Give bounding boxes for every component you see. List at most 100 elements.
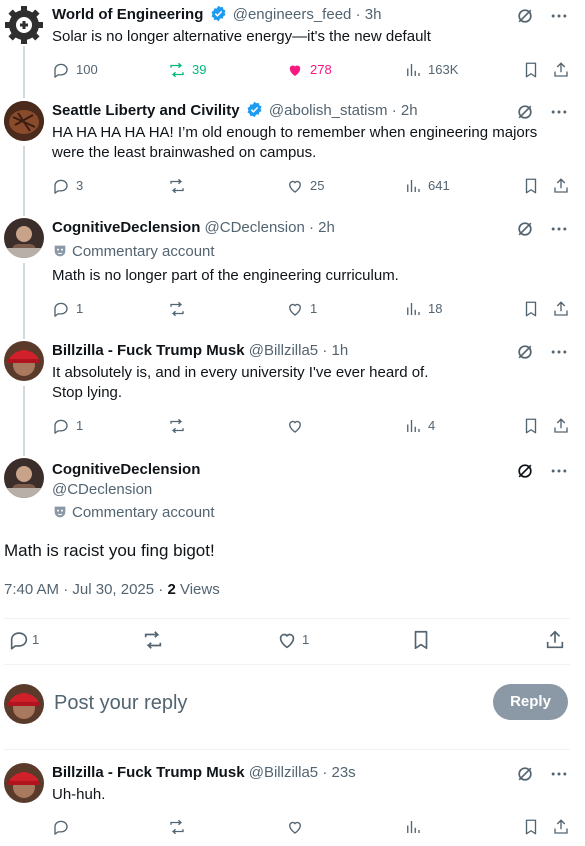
avatar[interactable] — [4, 5, 44, 45]
post-time[interactable]: 2h — [401, 102, 418, 119]
author-handle[interactable]: @Billzilla5 — [249, 764, 318, 781]
reply-post[interactable]: Billzilla - Fuck Trump Musk @Billzilla5 … — [0, 763, 585, 843]
post-date[interactable]: Jul 30, 2025 — [72, 581, 154, 598]
thread-post[interactable]: Seattle Liberty and Civility @abolish_st… — [0, 101, 585, 201]
views-button[interactable]: 641 — [404, 176, 450, 196]
grok-icon[interactable] — [515, 764, 535, 784]
post-time[interactable]: 2h — [318, 219, 335, 236]
grok-icon[interactable] — [515, 102, 535, 122]
post-time[interactable]: 3h — [365, 6, 382, 23]
separator: · — [154, 581, 168, 598]
grok-icon[interactable] — [515, 461, 535, 481]
author-handle[interactable]: @engineers_feed — [233, 6, 352, 23]
author-name[interactable]: CognitiveDeclension — [52, 460, 200, 480]
more-icon[interactable] — [549, 461, 569, 481]
more-icon[interactable] — [549, 102, 569, 122]
author-name[interactable]: Billzilla - Fuck Trump Musk — [52, 342, 245, 359]
share-button[interactable] — [552, 176, 570, 196]
share-button[interactable] — [552, 60, 570, 80]
like-count: 278 — [310, 62, 332, 77]
share-button[interactable] — [552, 817, 570, 837]
avatar[interactable] — [4, 763, 44, 803]
post-time[interactable]: 23s — [331, 764, 355, 781]
share-icon — [554, 418, 568, 433]
action-bar: 1 4 — [52, 416, 572, 436]
post-time[interactable]: 7:40 AM — [4, 581, 59, 598]
reply-button[interactable]: 1 — [52, 299, 83, 319]
views-icon — [407, 64, 420, 76]
author-name[interactable]: Billzilla - Fuck Trump Musk — [52, 764, 245, 781]
author-handle[interactable]: @abolish_statism — [269, 102, 388, 119]
like-icon — [289, 420, 301, 433]
share-button[interactable] — [544, 630, 566, 650]
author-handle[interactable]: @CDeclension — [52, 480, 200, 500]
views-button[interactable]: 163K — [404, 60, 458, 80]
like-button[interactable]: 278 — [286, 60, 332, 80]
post-time[interactable]: 1h — [331, 342, 348, 359]
like-button[interactable] — [286, 817, 304, 837]
bookmark-icon — [525, 819, 537, 835]
bookmark-button[interactable] — [522, 60, 540, 80]
avatar[interactable] — [4, 218, 44, 258]
views-button[interactable] — [404, 817, 422, 837]
author-handle[interactable]: @Billzilla5 — [249, 342, 318, 359]
views-icon — [407, 821, 420, 833]
like-button[interactable]: 25 — [286, 176, 324, 196]
repost-count: 39 — [192, 62, 207, 77]
author-handle[interactable]: @CDeclension — [205, 219, 305, 236]
more-icon[interactable] — [549, 342, 569, 362]
like-button[interactable]: 1 — [276, 630, 309, 650]
repost-button[interactable] — [142, 630, 164, 650]
thread-post[interactable]: World of Engineering @engineers_feed · 3… — [0, 5, 585, 85]
thread-post[interactable]: CognitiveDeclension @CDeclension · 2h Co… — [0, 218, 585, 323]
avatar[interactable] — [4, 101, 44, 141]
action-bar: 100 39 278 163K — [52, 60, 572, 80]
share-icon — [546, 630, 564, 649]
reply-button[interactable]: 1 — [52, 416, 83, 436]
person-avatar-image — [4, 458, 44, 498]
views-button[interactable]: 4 — [404, 416, 435, 436]
avatar[interactable] — [4, 341, 44, 381]
views-button[interactable]: 18 — [404, 299, 442, 319]
more-icon[interactable] — [549, 6, 569, 26]
thread-post[interactable]: Billzilla - Fuck Trump Musk @Billzilla5 … — [0, 341, 585, 441]
repost-button[interactable] — [168, 817, 186, 837]
more-icon[interactable] — [549, 219, 569, 239]
bookmark-button[interactable] — [522, 176, 540, 196]
share-button[interactable] — [552, 299, 570, 319]
repost-button[interactable] — [168, 176, 186, 196]
mask-icon — [54, 245, 66, 257]
reply-button[interactable] — [52, 817, 70, 837]
like-button[interactable]: 1 — [286, 299, 317, 319]
reply-input[interactable]: Post your reply — [54, 690, 187, 716]
author-name[interactable]: World of Engineering — [52, 6, 203, 23]
repost-button[interactable]: 39 — [168, 60, 206, 80]
more-icon[interactable] — [549, 764, 569, 784]
author-name[interactable]: Seattle Liberty and Civility — [52, 102, 240, 119]
bookmark-icon — [525, 62, 537, 78]
like-icon — [289, 821, 301, 834]
share-button[interactable] — [552, 416, 570, 436]
account-label: Commentary account — [52, 503, 215, 523]
reply-button[interactable]: 3 — [52, 176, 83, 196]
bookmark-button[interactable] — [522, 416, 540, 436]
reply-count: 1 — [76, 418, 84, 433]
grok-icon[interactable] — [515, 342, 535, 362]
author-name[interactable]: CognitiveDeclension — [52, 219, 200, 236]
repost-icon — [170, 301, 184, 317]
reply-button[interactable]: 1 — [8, 630, 39, 650]
avatar[interactable] — [4, 458, 44, 498]
bookmark-button[interactable] — [522, 299, 540, 319]
account-label-text: Commentary account — [72, 243, 215, 260]
repost-button[interactable] — [168, 416, 186, 436]
repost-button[interactable] — [168, 299, 186, 319]
grok-icon[interactable] — [515, 6, 535, 26]
grok-icon[interactable] — [515, 219, 535, 239]
bookmark-button[interactable] — [410, 630, 432, 650]
avatar[interactable] — [4, 684, 44, 724]
bookmark-button[interactable] — [522, 817, 540, 837]
reply-button[interactable]: 100 — [52, 60, 98, 80]
reply-composer: Post your reply Reply — [0, 683, 585, 727]
reply-submit-button[interactable]: Reply — [493, 684, 568, 720]
like-button[interactable] — [286, 416, 304, 436]
